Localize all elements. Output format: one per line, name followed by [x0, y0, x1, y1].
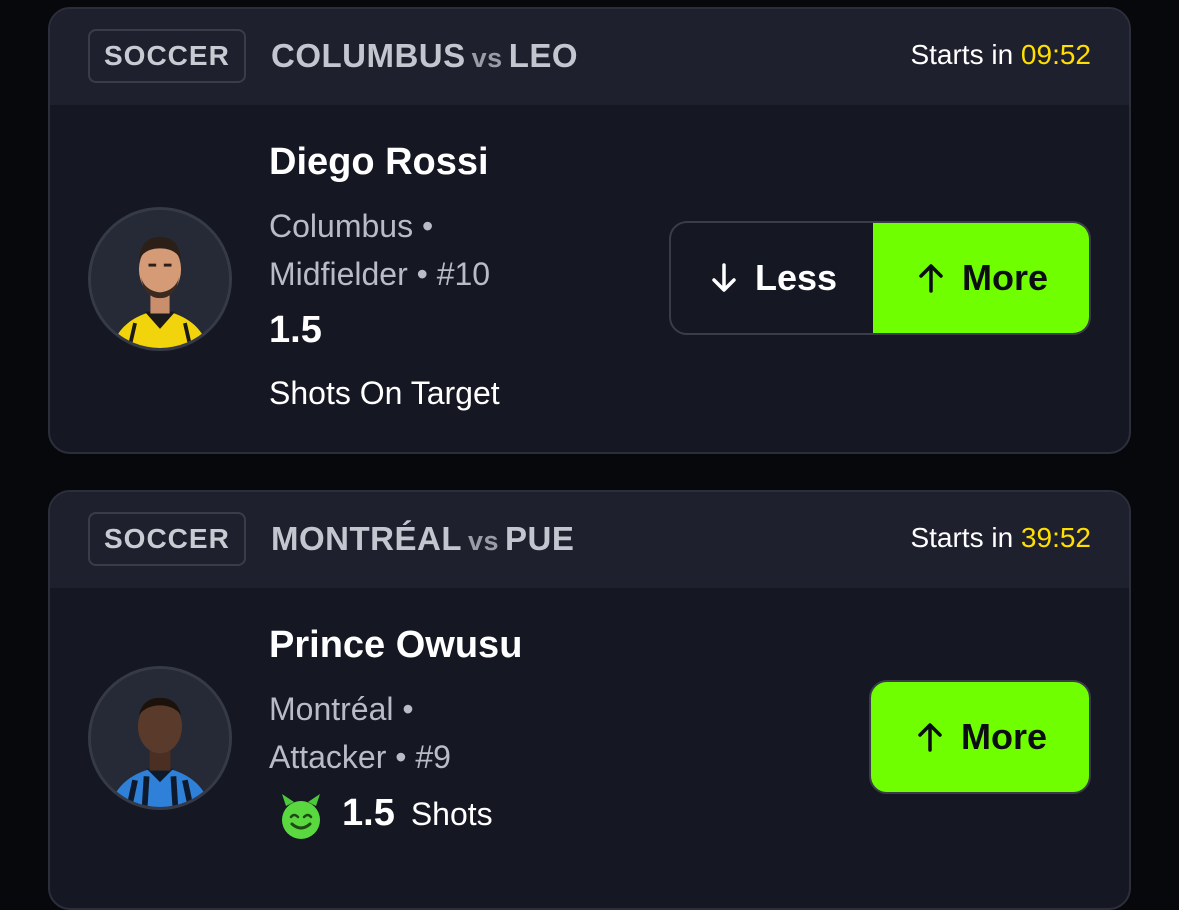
vs-label: vs [467, 526, 500, 556]
player-team: Columbus • [269, 208, 434, 244]
start-countdown: Starts in 39:52 [910, 522, 1091, 554]
matchup-title: MONTRÉAL vs PUE [271, 520, 591, 558]
player-position: Attacker • #9 [269, 739, 451, 775]
card-header: SOCCER COLUMBUS vs LEO Starts in 09:52 [50, 9, 1129, 105]
arrow-up-icon [913, 720, 947, 754]
home-team: MONTRÉAL [271, 520, 462, 557]
more-button[interactable]: More [873, 223, 1089, 333]
starts-label: Starts in [910, 522, 1014, 553]
arrow-up-icon [914, 261, 948, 295]
more-label: More [961, 257, 1048, 298]
start-countdown: Starts in 09:52 [910, 39, 1091, 71]
away-team: LEO [508, 37, 579, 74]
sport-badge: SOCCER [88, 29, 246, 83]
sport-badge: SOCCER [88, 512, 246, 566]
less-label: Less [754, 257, 838, 298]
projection-card[interactable]: SOCCER COLUMBUS vs LEO Starts in 09:52 Die… [48, 7, 1131, 454]
stat-type-label: Shots On Target [269, 375, 500, 411]
starts-time: 09:52 [1020, 39, 1091, 70]
matchup-title: COLUMBUS vs LEO [271, 37, 591, 75]
stat-type-label: Shots [410, 796, 493, 832]
home-team: COLUMBUS [271, 37, 466, 74]
player-team: Montréal • [269, 691, 414, 727]
vs-label: vs [471, 43, 503, 73]
player-avatar [88, 666, 232, 810]
more-button[interactable]: More [869, 680, 1091, 794]
devil-emoji-icon [282, 794, 320, 839]
stat-line: 1.5 Shots [276, 792, 493, 842]
starts-label: Starts in [910, 39, 1014, 70]
arrow-down-icon [707, 261, 741, 295]
projection-card[interactable]: SOCCER MONTRÉAL vs PUE Starts in 39:52 Pri… [48, 490, 1131, 910]
player-name: Prince Owusu [269, 624, 523, 666]
player-avatar [88, 207, 232, 351]
starts-time: 39:52 [1020, 522, 1091, 553]
card-header: SOCCER MONTRÉAL vs PUE Starts in 39:52 [50, 492, 1129, 588]
more-label: More [960, 716, 1047, 757]
away-team: PUE [505, 520, 575, 557]
stat-line-value: 1.5 [269, 309, 322, 351]
stat-line-value: 1.5 [342, 792, 395, 834]
player-name: Diego Rossi [269, 141, 489, 183]
player-position: Midfielder • #10 [269, 256, 491, 292]
less-button[interactable]: Less [671, 223, 873, 333]
pick-toggle: Less More [669, 221, 1091, 335]
